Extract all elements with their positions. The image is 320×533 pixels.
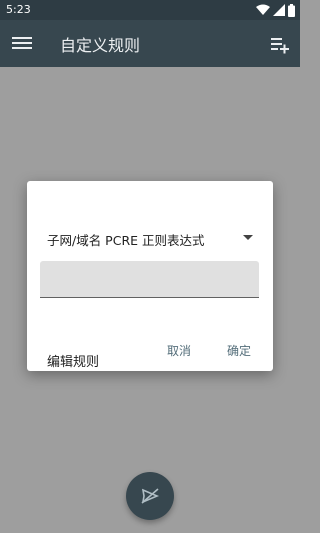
edit-rule-dialog: 编辑规则 子网/域名 PCRE 正则表达式 取消 确定 — [27, 181, 273, 371]
status-icons — [256, 3, 295, 17]
cancel-button[interactable]: 取消 — [167, 342, 191, 359]
dropdown-arrow-icon — [243, 235, 253, 240]
send-off-icon — [141, 488, 160, 504]
page-title: 自定义规则 — [60, 36, 141, 55]
dialog-title: 编辑规则 — [47, 355, 100, 370]
wifi-icon — [256, 4, 270, 15]
app-bar: 自定义规则 — [0, 20, 300, 67]
fab-button[interactable] — [126, 472, 174, 520]
status-time: 5:23 — [6, 3, 31, 16]
rule-type-select[interactable]: 子网/域名 PCRE 正则表达式 — [47, 229, 253, 249]
rule-input[interactable] — [40, 261, 259, 298]
battery-icon — [288, 3, 295, 17]
signal-icon — [273, 4, 285, 16]
menu-icon[interactable] — [12, 34, 32, 52]
rule-type-value: 子网/域名 PCRE 正则表达式 — [47, 232, 205, 248]
playlist-add-icon[interactable] — [270, 34, 290, 54]
status-bar: 5:23 — [0, 0, 300, 20]
ok-button[interactable]: 确定 — [227, 342, 251, 359]
